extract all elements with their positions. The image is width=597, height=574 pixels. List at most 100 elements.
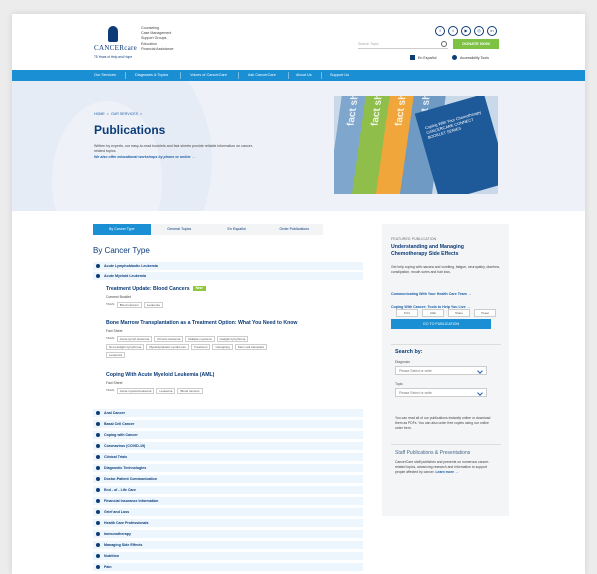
tag[interactable]: Acute myeloid leukemia [116,388,155,394]
expand-icon [96,565,100,570]
accordion-acute-myeloid-leukemia[interactable]: Acute Myeloid Leukemia [93,272,363,280]
topic-select[interactable]: Please Select or write [395,388,487,397]
accessibility-link[interactable]: Accessibility Tools [452,55,489,60]
accordion-managing-side-effects[interactable]: Managing Side Effects [93,541,363,549]
accordion-grief-and-loss[interactable]: Grief and Loss [93,508,363,516]
accordion-pain[interactable]: Pain [93,563,363,571]
nav-divider [238,72,239,79]
social-links: f t ▶ ◎ in [435,26,497,36]
tag[interactable]: Myelodysplastic syndromes [146,344,189,350]
publication-title-text: Treatment Update: Blood Cancers [106,286,190,292]
accordion-label: Health Care Professionals [104,521,149,525]
tag[interactable]: Hodgkin lymphoma [216,336,249,342]
accordion-financial-insurance[interactable]: Financial Insurance Information [93,497,363,505]
tag[interactable]: Leukemia [143,302,163,308]
expand-icon [96,455,100,460]
workshops-link[interactable]: We also offer educational workshops by p… [94,155,195,159]
accordion-nutrition[interactable]: Nutrition [93,552,363,560]
accordion-acute-lymphoblastic-leukemia[interactable]: Acute Lymphoblastic Leukemia [93,262,363,270]
search-icon[interactable] [441,41,447,47]
accordion-coping-with-cancer[interactable]: Coping with Cancer [93,431,363,439]
tab-en-espanol[interactable]: En Español [208,224,266,235]
featured-title[interactable]: Understanding and Managing Chemotherapy … [391,244,501,258]
nav-about-us[interactable]: About Us [296,70,312,81]
tweet-button[interactable]: Tweet [474,309,496,317]
accordion-label: Pain [104,565,112,569]
communicating-link[interactable]: Communicating With Your Health Care Team… [391,292,471,296]
accordion-diagnostic-technologies[interactable]: Diagnostic Technologies [93,464,363,472]
chevron-down-icon [477,390,483,396]
tag[interactable]: Non-Hodgkin lymphoma [106,344,145,350]
facebook-icon[interactable]: f [435,26,445,36]
nav-ask-cancercare[interactable]: Ask CancerCare [248,70,276,81]
publication-type: Fact Sheet [106,329,123,333]
publication-title[interactable]: Treatment Update: Blood Cancers New [106,286,206,292]
youtube-icon[interactable]: ▶ [461,26,471,36]
expand-icon [96,488,100,493]
page: CANCERcare 75 Years of Help and Hope Cou… [12,14,585,574]
accordion-immunotherapy[interactable]: Immunotherapy [93,530,363,538]
accordion-doctor-patient-communication[interactable]: Doctor-Patient Communication [93,475,363,483]
accordion-clinical-trials[interactable]: Clinical Trials [93,453,363,461]
service-financial-assistance[interactable]: Financial Assistance [141,47,174,52]
expand-icon [96,532,100,537]
tag[interactable]: Acute lymph leukemia [116,336,153,342]
nav-diagnoses-topics[interactable]: Diagnoses & Topics [135,70,168,81]
logo-text: CANCERcare [94,44,138,52]
tag[interactable]: Caregiving [212,344,233,350]
publication-tags: TAGS: Blood cancers Leukemia [106,302,286,308]
breadcrumb-our-services[interactable]: OUR SERVICES [111,112,138,116]
tab-general-topics[interactable]: General Topics [151,224,209,235]
accordion-end-of-life-care[interactable]: End - of - Life Care [93,486,363,494]
print-button[interactable]: Print [396,309,418,317]
expand-icon [96,543,100,548]
logo-tagline: 75 Years of Help and Hope [94,55,133,59]
search-input[interactable]: Search Topic [358,40,448,49]
tag[interactable]: Blood cancers [177,388,203,394]
linkedin-icon[interactable]: in [487,26,497,36]
nav-support-us[interactable]: Support Us [330,70,349,81]
tag[interactable]: Treatment [190,344,211,350]
breadcrumb-home[interactable]: HOME [94,112,105,116]
instagram-icon[interactable]: ◎ [474,26,484,36]
tag[interactable]: Leukemia [106,352,126,358]
cancercare-logo[interactable]: CANCERcare 75 Years of Help and Hope [94,26,138,62]
publication-title[interactable]: Bone Marrow Transplantation as a Treatme… [106,320,297,326]
publication-type: Fact Sheet [106,381,123,385]
twitter-icon[interactable]: t [448,26,458,36]
tab-by-cancer-type[interactable]: By Cancer Type [93,224,151,235]
tag[interactable]: Blood cancers [116,302,142,308]
accordion-coronavirus[interactable]: Coronavirus (COVID-19) [93,442,363,450]
divider [391,444,501,445]
tag[interactable]: Chronic leukemia [154,336,184,342]
publication-type: Connect Booklet [106,295,131,299]
accordion-anal-cancer[interactable]: Anal Cancer [93,409,363,417]
tags-label: TAGS: [106,388,115,392]
learn-more-link[interactable]: Learn more → [435,470,458,474]
go-to-publication-button[interactable]: GO TO PUBLICATION [391,319,491,329]
expand-icon [96,466,100,471]
publication-tags: TAGS: Acute lymph leukemia Chronic leuke… [106,336,286,358]
language-icon [410,55,415,60]
search-placeholder: Search Topic [358,42,379,46]
language-link[interactable]: En Español [410,55,436,60]
accordion-basal-cell-cancer[interactable]: Basal Cell Cancer [93,420,363,428]
donate-button[interactable]: DONATE NOW [453,39,499,49]
nav-voices[interactable]: Voices of CancerCare [190,70,227,81]
mail-button[interactable]: Mail [422,309,444,317]
publication-title[interactable]: Coping With Acute Myeloid Leukemia (AML) [106,372,214,378]
nav-our-services[interactable]: Our Services [94,70,116,81]
tag[interactable]: Multiple myeloma [185,336,215,342]
breadcrumb-separator: > [106,112,109,116]
tag[interactable]: Stem cell transplant [234,344,268,350]
accordion-label: Diagnostic Technologies [104,466,147,470]
tag[interactable]: Leukemia [156,388,176,394]
accordion-label: Financial Insurance Information [104,499,159,503]
share-button[interactable]: Share [448,309,470,317]
topic-label: Topic [395,382,403,386]
publications-note: You can read all of our publications ins… [395,416,491,430]
diagnosis-select[interactable]: Please Select or write [395,366,487,375]
site-header: CANCERcare 75 Years of Help and Hope Cou… [12,14,585,70]
accordion-health-care-professionals[interactable]: Health Care Professionals [93,519,363,527]
tab-order-publications[interactable]: Order Publications [266,224,324,235]
